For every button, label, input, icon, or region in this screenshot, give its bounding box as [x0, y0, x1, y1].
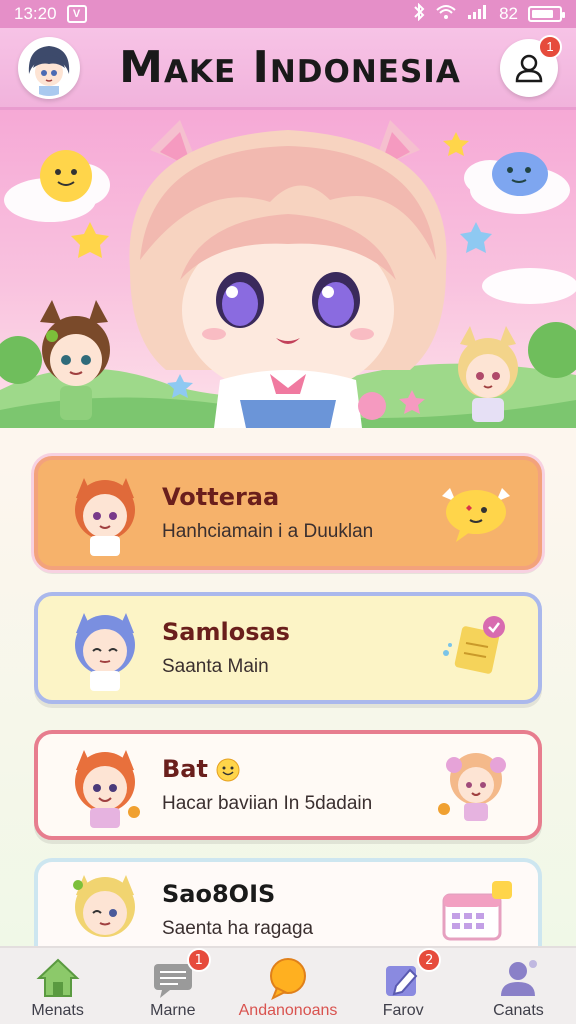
signal-icon [467, 4, 489, 24]
status-indicators: 82 [413, 2, 565, 25]
card-subtitle: Saanta Main [162, 656, 269, 677]
chat-icon [270, 958, 306, 1000]
profile-icon [501, 960, 538, 996]
card-title: Sao8OIS [162, 880, 276, 908]
user-icon [515, 54, 543, 82]
wifi-icon [435, 4, 457, 24]
calendar-icon [442, 881, 512, 941]
battery-icon [528, 6, 565, 22]
character-avatar [75, 478, 135, 556]
battery-fill [532, 10, 554, 18]
battery-percent: 82 [499, 4, 518, 23]
tab-chat[interactable]: Andanonoans [230, 948, 345, 1024]
hero-illustration [0, 120, 576, 428]
notification-badge: 1 [186, 948, 211, 972]
smiley-icon [216, 758, 240, 782]
notification-badge: 1 [538, 34, 562, 59]
tab-home[interactable]: Menats [0, 948, 115, 1024]
character-avatar [73, 875, 135, 937]
tab-messages[interactable]: 1 Marne [115, 948, 230, 1024]
card-title: Votteraa [162, 483, 280, 511]
tab-label: Farov [382, 1002, 424, 1019]
tab-favorites[interactable]: 2 Farov [346, 948, 461, 1024]
tab-label: Menats [31, 1002, 84, 1019]
bluetooth-icon [413, 2, 425, 25]
avatar[interactable] [18, 36, 80, 99]
list-item[interactable]: Sao8OIS Saenta ha ragaga [34, 858, 542, 958]
character-avatar [75, 613, 135, 691]
tab-label: Canats [493, 1002, 544, 1019]
chat-bubble-icon [442, 488, 510, 542]
list-item[interactable]: Votteraa Hanhciamain i a Duuklan [34, 456, 542, 570]
tab-label: Marne [150, 1002, 196, 1019]
list-item[interactable]: Bat Hacar baviian In 5dadain [34, 730, 542, 840]
tab-contacts[interactable]: Canats [461, 948, 576, 1024]
card-title: Samlosas [162, 618, 290, 646]
app-notification-icon: V [66, 5, 87, 23]
app-title: Make Indonesia [119, 42, 461, 93]
card-title: Bat [162, 755, 436, 783]
character-pink-icon [438, 753, 506, 821]
tab-label: Andanonoans [238, 1002, 338, 1019]
character-avatar [75, 750, 140, 828]
card-title-text: Bat [162, 755, 208, 783]
clock: 13:20 [14, 4, 57, 23]
profile-button[interactable]: 1 [500, 34, 562, 97]
hero-banner [0, 110, 576, 428]
note-icon [443, 616, 505, 674]
app-header: Make Indonesia 1 [0, 28, 576, 110]
notification-badge: 2 [417, 948, 442, 972]
home-icon [36, 958, 80, 997]
bottom-tab-bar: Menats 1 Marne Andanonoans 2 Farov Canat… [0, 946, 576, 1024]
status-bar: 13:20 V 82 [0, 0, 576, 28]
card-subtitle: Hanhciamain i a Duuklan [162, 521, 374, 542]
list-item[interactable]: Samlosas Saanta Main [34, 592, 542, 704]
card-subtitle: Saenta ha ragaga [162, 918, 314, 939]
card-subtitle: Hacar baviian In 5dadain [162, 793, 373, 814]
